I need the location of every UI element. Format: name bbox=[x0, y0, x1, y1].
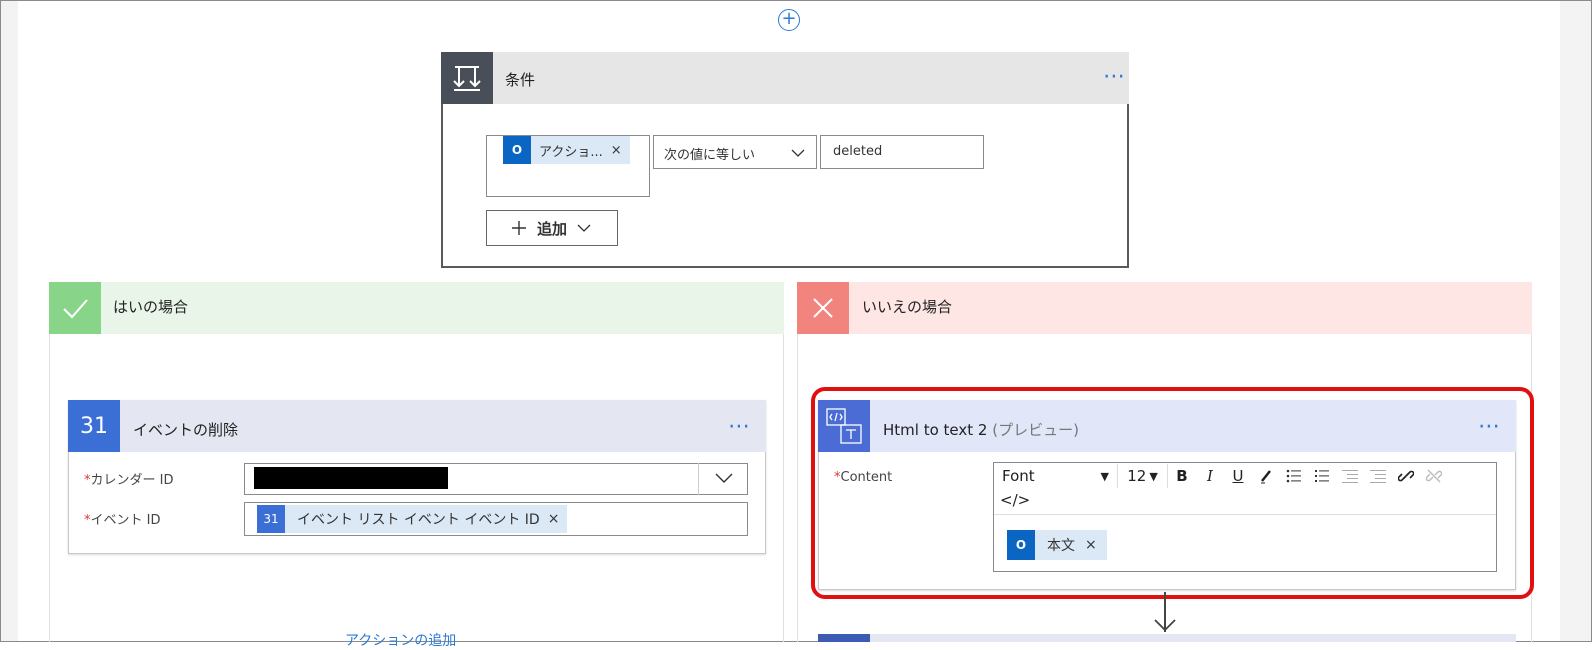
condition-title: 条件 bbox=[505, 71, 536, 89]
token-label: アクショ... bbox=[539, 144, 603, 160]
condition-icon bbox=[441, 52, 493, 104]
condition-header[interactable] bbox=[441, 52, 1129, 104]
highlight-frame bbox=[811, 387, 1534, 599]
close-icon bbox=[797, 282, 849, 334]
delete-event-title: イベントの削除 bbox=[133, 421, 239, 439]
yes-branch-title: はいの場合 bbox=[113, 298, 189, 316]
insert-step-icon[interactable]: + bbox=[778, 9, 800, 31]
add-row-button[interactable]: 追加 bbox=[486, 210, 618, 246]
add-row-label: 追加 bbox=[537, 219, 568, 238]
delete-event-more-icon[interactable]: ⋯ bbox=[728, 416, 751, 438]
add-action-label: アクションの追加 bbox=[345, 633, 457, 649]
operator-select[interactable]: 次の値に等しい bbox=[653, 135, 817, 169]
token-label: イベント リスト イベント イベント ID bbox=[297, 512, 540, 528]
add-action-link[interactable]: アクションの追加 bbox=[345, 630, 456, 650]
outlook-icon: O bbox=[503, 136, 531, 164]
dynamic-token[interactable]: O アクショ... × bbox=[503, 136, 630, 164]
token-remove-icon[interactable]: × bbox=[611, 143, 622, 158]
operator-value: 次の値に等しい bbox=[664, 148, 756, 163]
chevron-down-icon bbox=[791, 149, 805, 157]
condition-value-input[interactable]: deleted bbox=[820, 135, 984, 169]
calendar-id-label: *カレンダー ID bbox=[84, 473, 174, 488]
condition-more-icon[interactable]: ⋯ bbox=[1103, 66, 1126, 88]
dynamic-token[interactable]: 31 イベント リスト イベント イベント ID × bbox=[257, 505, 568, 533]
next-action-card[interactable] bbox=[818, 634, 1516, 642]
redacted-value bbox=[254, 467, 448, 489]
token-remove-icon[interactable]: × bbox=[548, 511, 560, 527]
arrow-down-icon bbox=[1154, 619, 1176, 632]
calendar-icon: 31 bbox=[257, 505, 285, 533]
check-icon bbox=[49, 282, 101, 334]
calendar-icon: 31 bbox=[68, 400, 120, 452]
plus-icon bbox=[512, 221, 526, 235]
no-branch-title: いいえの場合 bbox=[862, 298, 953, 316]
chevron-down-icon bbox=[715, 473, 732, 483]
event-id-label: *イベント ID bbox=[84, 513, 161, 528]
chevron-down-icon bbox=[577, 224, 591, 232]
calendar-dropdown-toggle[interactable] bbox=[698, 463, 748, 495]
